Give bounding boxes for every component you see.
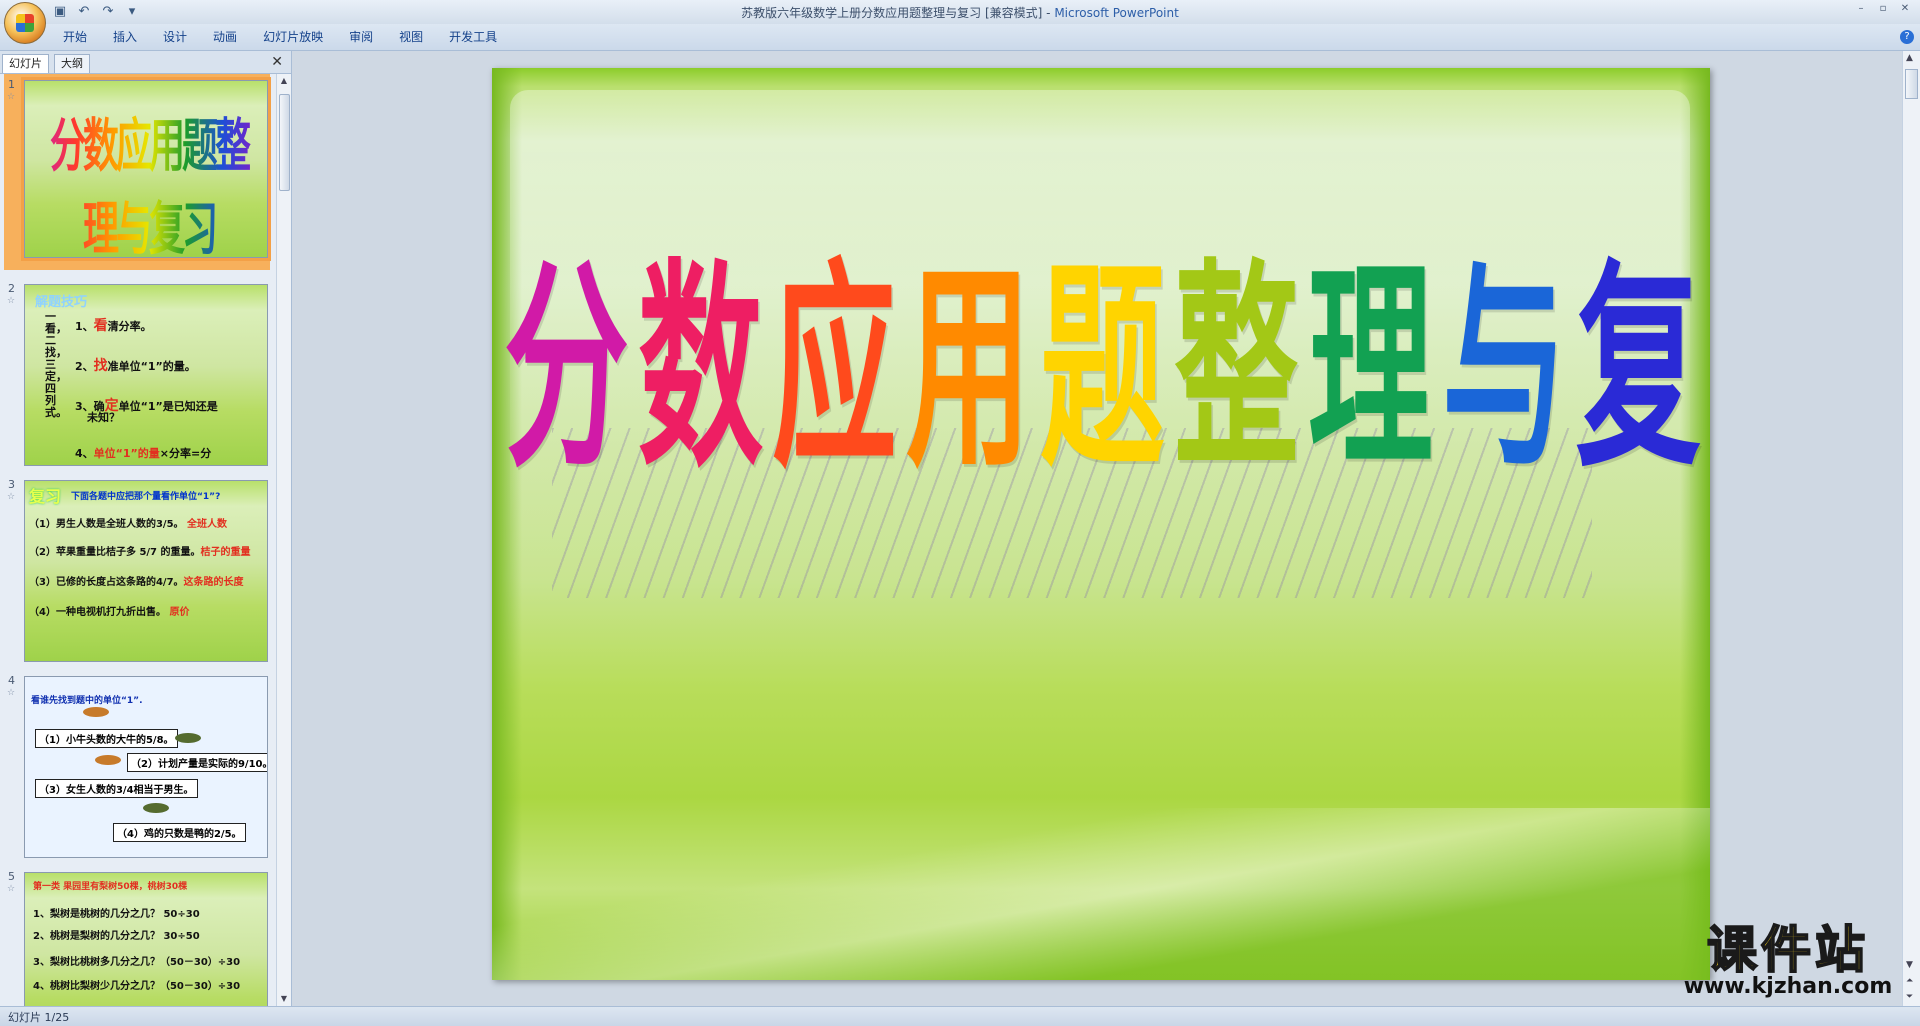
scrollbar-thumb[interactable] <box>279 94 290 191</box>
slide-bottom-decoration <box>492 808 1710 980</box>
tab-design[interactable]: 设计 <box>150 28 200 46</box>
close-button[interactable]: ✕ <box>1896 2 1914 16</box>
window-controls: – ▫ ✕ <box>1852 2 1914 16</box>
minimize-button[interactable]: – <box>1852 2 1870 16</box>
thumbnail-scrollbar[interactable]: ▲ ▼ <box>276 74 291 1006</box>
office-logo-icon <box>16 14 34 32</box>
restore-button[interactable]: ▫ <box>1874 2 1892 16</box>
thumb-line: （3）已修的长度占这条路的4/7。这条路的长度 <box>29 577 244 588</box>
title-char: 复 <box>1576 237 1701 498</box>
help-icon[interactable]: ? <box>1900 30 1914 44</box>
title-char: 题 <box>1040 237 1165 498</box>
tab-animations[interactable]: 动画 <box>200 28 250 46</box>
thumb-box: （3）女生人数的3/4相当于男生。 <box>35 779 198 798</box>
slide-thumbnail-4[interactable]: 看谁先找到题中的单位“1”. （1）小牛头数的大牛的5/8。 （2）计划产量是实… <box>24 676 268 858</box>
title-char: 整 <box>1174 237 1299 498</box>
thumb-heading: 复习 <box>29 487 62 506</box>
tab-insert[interactable]: 插入 <box>100 28 150 46</box>
thumb-line: （1）男生人数是全班人数的3/5。 全班人数 <box>29 519 228 530</box>
thumb-heading: 解题技巧 <box>35 295 88 310</box>
title-char: 应 <box>772 237 897 498</box>
tab-developer[interactable]: 开发工具 <box>436 28 510 46</box>
slide-number: 3 <box>8 478 15 491</box>
thumbnail-list: 1 ☆ 分数应用题整理与复习 2 ☆ 解题技巧 一看，二找，三定，四列式。 1、… <box>0 74 276 1006</box>
scroll-down-icon[interactable]: ▼ <box>279 994 289 1004</box>
thumb-line: 未知？ <box>87 411 120 424</box>
scroll-up-icon[interactable]: ▲ <box>1906 53 1913 63</box>
watermark-logo: 课件站 www.kjzhan.com <box>1668 921 1908 999</box>
title-char: 理 <box>1308 237 1433 498</box>
helicopter-icon <box>83 707 109 717</box>
thumb-box: （1）小牛头数的大牛的5/8。 <box>35 729 178 748</box>
thumb-line: 2、桃树是梨树的几分之几？ 30÷50 <box>33 931 200 942</box>
animation-star-icon: ☆ <box>7 688 16 698</box>
tab-outline[interactable]: 大纲 <box>54 54 90 73</box>
slide-number: 4 <box>8 674 15 687</box>
slide-number: 5 <box>8 870 15 883</box>
tab-home[interactable]: 开始 <box>50 28 100 46</box>
thumb-title: 分数应用题整理与复习 <box>39 100 259 257</box>
thumb-question: 下面各题中应把那个量看作单位“1”? <box>71 492 221 502</box>
thumb-vertical-text: 一看，二找，三定，四列式。 <box>45 310 67 419</box>
thumb-line: 3、梨树比桃树多几分之几？（50－30）÷30 <box>33 957 241 968</box>
slide-thumbnail-3[interactable]: 复习 下面各题中应把那个量看作单位“1”? （1）男生人数是全班人数的3/5。 … <box>24 480 268 662</box>
title-char: 分 <box>504 237 629 498</box>
pane-close-icon[interactable]: ✕ <box>271 54 283 70</box>
watermark-url: www.kjzhan.com <box>1683 974 1893 999</box>
thumb-box: （4）鸡的只数是鸭的2/5。 <box>113 823 246 842</box>
thumb-line: 4、单位“1”的量×分率=分 <box>75 447 212 460</box>
ribbon-tabs: 开始 插入 设计 动画 幻灯片放映 审阅 视图 开发工具 ? <box>0 24 1920 51</box>
pane-tabs: 幻灯片 大纲 ✕ <box>0 51 291 74</box>
app-name: Microsoft PowerPoint <box>1054 6 1179 20</box>
helicopter-icon <box>175 733 201 743</box>
thumb-heading: 第一类 果园里有梨树50棵，桃树30棵 <box>33 882 188 892</box>
tab-review[interactable]: 审阅 <box>336 28 386 46</box>
helicopter-icon <box>95 755 121 765</box>
slide-counter: 幻灯片 1/25 <box>8 1011 70 1024</box>
scrollbar-thumb[interactable] <box>1905 69 1918 99</box>
thumb-line: （2）苹果重量比桔子多 5/7 的重量。桔子的重量 <box>29 547 251 558</box>
animation-star-icon: ☆ <box>7 884 16 894</box>
animation-star-icon: ☆ <box>7 492 16 502</box>
animation-star-icon: ☆ <box>7 92 16 102</box>
slide-thumbnail-2[interactable]: 解题技巧 一看，二找，三定，四列式。 1、看清分率。 2、找准单位“1”的量。 … <box>24 284 268 466</box>
slides-pane: 幻灯片 大纲 ✕ 1 ☆ 分数应用题整理与复习 2 ☆ 解题技巧 一看，二找，三… <box>0 51 292 1006</box>
status-bar: 幻灯片 1/25 <box>0 1006 1920 1026</box>
animation-star-icon: ☆ <box>7 296 16 306</box>
thumb-line: 1、看清分率。 <box>75 318 152 334</box>
tab-slideshow[interactable]: 幻灯片放映 <box>250 28 336 46</box>
title-char: 用 <box>906 237 1031 498</box>
window-title: 苏教版六年级数学上册分数应用题整理与复习 [兼容模式] - Microsoft … <box>0 4 1920 21</box>
tab-slides[interactable]: 幻灯片 <box>2 54 49 73</box>
tab-view[interactable]: 视图 <box>386 28 436 46</box>
slide-thumbnail-5[interactable]: 第一类 果园里有梨树50棵，桃树30棵 1、梨树是桃树的几分之几？ 50÷30 … <box>24 872 268 1006</box>
thumb-line: 2、找准单位“1”的量。 <box>75 358 196 374</box>
slide-number: 1 <box>8 78 15 91</box>
title-bar: ▣ ↶ ↷ ▾ 苏教版六年级数学上册分数应用题整理与复习 [兼容模式] - Mi… <box>0 0 1920 44</box>
scroll-up-icon[interactable]: ▲ <box>279 76 289 86</box>
watermark-text: 课件站 <box>1706 921 1869 979</box>
title-char: 与 <box>1442 237 1567 498</box>
thumb-line: （4）一种电视机打九折出售。 原价 <box>29 607 190 618</box>
office-button[interactable] <box>4 2 46 44</box>
slide-number: 2 <box>8 282 15 295</box>
thumb-line: 4、桃树比梨树少几分之几？（50－30）÷30 <box>33 981 241 992</box>
document-title: 苏教版六年级数学上册分数应用题整理与复习 [兼容模式] - <box>741 6 1055 20</box>
slide-title[interactable]: 分数应用题整理与复习 <box>492 251 1710 483</box>
thumb-box: （2）计划产量是实际的9/10。 <box>127 753 267 772</box>
main-slide[interactable]: 分数应用题整理与复习 <box>492 68 1710 980</box>
thumb-line: 1、梨树是桃树的几分之几？ 50÷30 <box>33 909 200 920</box>
slide-scrollbar[interactable]: ▲ ▼ ⏶ ⏷ <box>1902 51 1920 1006</box>
helicopter-icon <box>143 803 169 813</box>
thumb-heading: 看谁先找到题中的单位“1”. <box>31 696 143 706</box>
title-char: 数 <box>638 237 763 498</box>
slide-thumbnail-1[interactable]: 分数应用题整理与复习 <box>21 77 271 261</box>
